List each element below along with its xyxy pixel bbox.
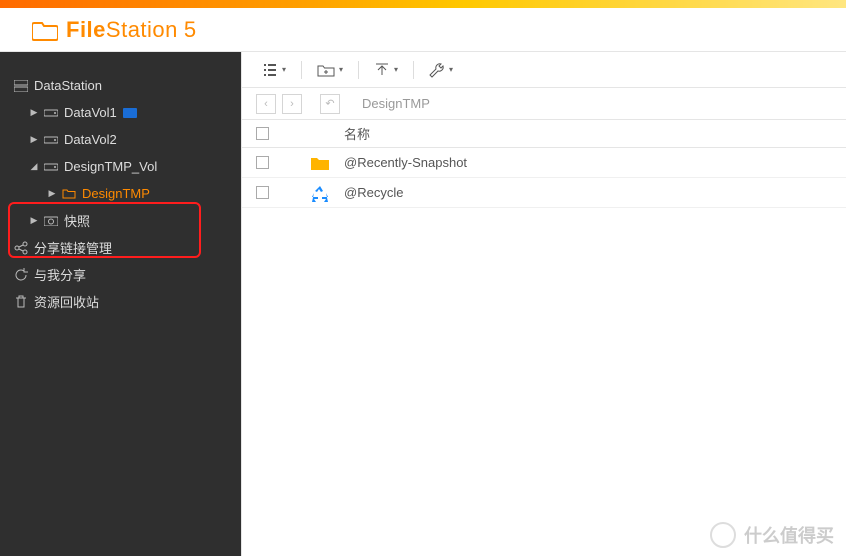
upload-icon: [374, 63, 390, 77]
app-logo: FileStation5: [32, 17, 197, 43]
tools-button[interactable]: ▾: [423, 58, 459, 82]
tree-label: DataStation: [34, 78, 102, 93]
new-folder-button[interactable]: ▾: [311, 59, 349, 81]
expand-icon[interactable]: ▶: [28, 107, 40, 118]
tree-label: 资源回收站: [34, 292, 99, 311]
tree-item-designtmp-vol[interactable]: ◢ DesignTMP_Vol: [0, 153, 241, 180]
select-all-checkbox[interactable]: [256, 127, 269, 140]
trash-icon: [12, 295, 30, 309]
file-name: @Recently-Snapshot: [344, 155, 846, 170]
chevron-down-icon: ▾: [394, 65, 398, 74]
expand-icon[interactable]: ▶: [28, 134, 40, 145]
nav-forward-button[interactable]: ›: [282, 94, 302, 114]
chevron-down-icon: ▾: [282, 65, 286, 74]
column-header-name[interactable]: 名称: [344, 124, 846, 143]
tree-label: 分享链接管理: [34, 238, 112, 257]
tree-item-datavol2[interactable]: ▶ DataVol2: [0, 126, 241, 153]
nav-back-button[interactable]: ‹: [256, 94, 276, 114]
recycle-icon: [310, 184, 344, 202]
tree-root-datastation[interactable]: DataStation: [0, 72, 241, 99]
expand-icon[interactable]: ▶: [28, 215, 40, 226]
list-icon: [262, 63, 278, 77]
tree-label: DataVol2: [64, 132, 117, 147]
folder-icon: [60, 188, 78, 199]
tree-label: DataVol1: [64, 105, 117, 120]
drive-icon: [42, 108, 60, 118]
camera-icon: [42, 215, 60, 226]
upload-button[interactable]: ▾: [368, 59, 404, 81]
nav-undo-button[interactable]: ↶: [320, 94, 340, 114]
wrench-icon: [429, 62, 445, 78]
sidebar-item-shared-with-me[interactable]: 与我分享: [0, 261, 241, 288]
drive-icon: [42, 162, 60, 172]
breadcrumb-bar: ‹ › ↶ DesignTMP: [242, 88, 846, 120]
collapse-icon[interactable]: ◢: [28, 161, 40, 172]
file-row[interactable]: @Recycle: [242, 178, 846, 208]
tree-item-snapshot[interactable]: ▶ 快照: [0, 207, 241, 234]
share-icon: [12, 241, 30, 255]
brand-light: Station: [106, 17, 178, 42]
content-pane: ▾ ▾ ▾ ▾ ‹ › ↶ DesignTMP: [241, 52, 846, 556]
view-mode-button[interactable]: ▾: [256, 59, 292, 81]
new-folder-icon: [317, 63, 335, 77]
folder-icon: [310, 155, 344, 171]
toolbar: ▾ ▾ ▾ ▾: [242, 52, 846, 88]
list-header: 名称: [242, 120, 846, 148]
badge-icon: [123, 108, 137, 118]
tree-label: 快照: [64, 211, 90, 230]
app-header: FileStation5: [0, 8, 846, 52]
sidebar-item-share-links[interactable]: 分享链接管理: [0, 234, 241, 261]
separator: [301, 61, 302, 79]
file-row[interactable]: @Recently-Snapshot: [242, 148, 846, 178]
separator: [358, 61, 359, 79]
file-name: @Recycle: [344, 185, 846, 200]
sidebar-item-recycle-bin[interactable]: 资源回收站: [0, 288, 241, 315]
tree-item-designtmp[interactable]: ▶ DesignTMP: [0, 180, 241, 207]
breadcrumb-path[interactable]: DesignTMP: [362, 96, 430, 111]
row-checkbox[interactable]: [256, 156, 269, 169]
tree-label: DesignTMP: [82, 186, 150, 201]
brand-bold: File: [66, 17, 106, 42]
drive-icon: [42, 135, 60, 145]
tree-label: DesignTMP_Vol: [64, 159, 157, 174]
chevron-down-icon: ▾: [339, 65, 343, 74]
separator: [413, 61, 414, 79]
storage-icon: [12, 80, 30, 92]
chevron-down-icon: ▾: [449, 65, 453, 74]
row-checkbox[interactable]: [256, 186, 269, 199]
tree-item-datavol1[interactable]: ▶ DataVol1: [0, 99, 241, 126]
expand-icon[interactable]: ▶: [46, 188, 58, 199]
folder-icon: [32, 19, 58, 41]
sidebar: DataStation ▶ DataVol1 ▶ DataVol2 ◢ Desi…: [0, 52, 241, 556]
brand-version: 5: [184, 17, 197, 42]
refresh-icon: [12, 268, 30, 282]
tree-label: 与我分享: [34, 265, 86, 284]
accent-bar: [0, 0, 846, 8]
